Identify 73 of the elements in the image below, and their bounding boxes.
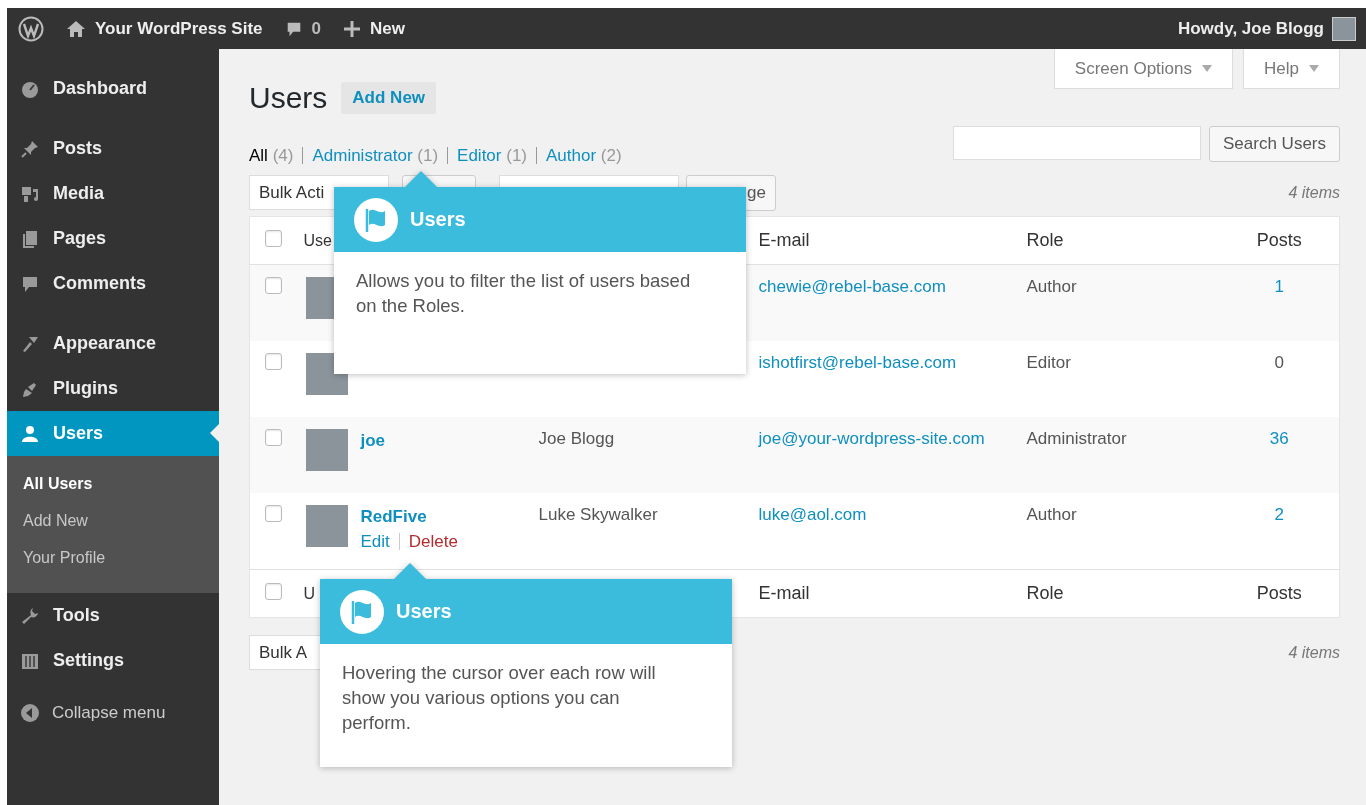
menu-item[interactable]: Comments	[7, 261, 219, 306]
checkbox[interactable]	[265, 582, 282, 600]
page-title: Users	[249, 81, 328, 115]
help-tab[interactable]: Help	[1243, 49, 1340, 89]
table-cell: Luke Skywalker	[538, 505, 658, 524]
wrench-icon	[20, 605, 40, 626]
submenu-item[interactable]: Add New	[7, 507, 219, 544]
flag-icon	[354, 197, 398, 242]
checkbox[interactable]	[265, 229, 282, 247]
menu-item[interactable]: Posts	[7, 126, 219, 171]
column-header[interactable]: Use	[303, 231, 332, 249]
checkbox[interactable]	[265, 505, 282, 522]
role-filter-link[interactable]: All (4)	[249, 147, 303, 164]
column-header[interactable]: Posts	[1256, 230, 1302, 250]
table-cell: Editor	[1026, 353, 1071, 372]
column-header[interactable]: E-mail	[758, 230, 810, 250]
submenu-item[interactable]: All Users	[7, 470, 219, 507]
table-cell: Author	[1026, 505, 1077, 524]
search-users-button[interactable]: Search Users	[1209, 126, 1340, 162]
column-header[interactable]: U	[303, 584, 316, 602]
menu-item[interactable]: Appearance	[7, 321, 219, 366]
pointer-text: Allows you to filter the list of users based on the Roles.	[355, 269, 692, 318]
item-count: 4 items	[1288, 643, 1340, 662]
new-link[interactable]: New	[370, 18, 405, 39]
column-header[interactable]: Role	[1026, 583, 1064, 603]
table-cell: Administrator	[1026, 429, 1127, 448]
avatar-placeholder	[305, 429, 348, 471]
pages-icon	[20, 228, 40, 249]
pointer-title: Users	[410, 208, 466, 231]
posts-count-link[interactable]: 2	[1274, 505, 1284, 524]
table-cell: Author	[1026, 277, 1077, 296]
menu-item[interactable]: Media	[7, 171, 219, 216]
username-link[interactable]: joe	[360, 429, 386, 451]
email-link[interactable]: chewie@rebel-base.com	[758, 277, 946, 296]
avatar-placeholder	[305, 505, 348, 547]
home-icon	[66, 19, 86, 38]
submenu-item[interactable]: Your Profile	[7, 544, 219, 581]
column-header[interactable]: Posts	[1256, 583, 1302, 603]
column-header[interactable]: E-mail	[758, 583, 810, 603]
email-link[interactable]: luke@aol.com	[758, 505, 867, 524]
user-icon	[20, 423, 40, 444]
delete-link[interactable]: Delete	[398, 533, 467, 550]
site-name-link[interactable]: Your WordPress Site	[95, 18, 263, 39]
plus-icon	[343, 19, 361, 38]
menu-item[interactable]: Dashboard	[7, 66, 219, 111]
menu-item[interactable]: Pages	[7, 216, 219, 261]
menu-item[interactable]: Plugins	[7, 366, 219, 411]
posts-count-link[interactable]: 1	[1274, 277, 1284, 296]
username-link[interactable]: RedFive	[360, 505, 467, 527]
checkbox[interactable]	[265, 353, 282, 370]
comment-count: 0	[311, 18, 321, 39]
screen-options-tab[interactable]: Screen Options	[1053, 49, 1234, 89]
wordpress-logo-icon[interactable]	[18, 15, 44, 42]
greeting-link[interactable]: Howdy, Joe Blogg	[1177, 18, 1324, 39]
collapse-menu-button[interactable]: Collapse menu	[7, 698, 219, 728]
posts-count: 0	[1274, 353, 1284, 372]
column-header[interactable]: Role	[1026, 230, 1064, 250]
menu-item[interactable]: Tools	[7, 593, 219, 638]
avatar-placeholder	[1332, 16, 1356, 41]
search-field[interactable]	[953, 126, 1202, 160]
checkbox[interactable]	[265, 429, 282, 446]
dropdown-caret-icon	[1202, 65, 1213, 72]
pin-icon	[20, 138, 40, 159]
pointer-title: Users	[396, 600, 452, 623]
email-link[interactable]: ishotfirst@rebel-base.com	[758, 353, 957, 372]
menu-item[interactable]: Settings	[7, 638, 219, 683]
item-count: 4 items	[1288, 183, 1340, 202]
posts-count-link[interactable]: 36	[1269, 429, 1289, 448]
checkbox[interactable]	[265, 277, 282, 294]
table-cell: Joe Blogg	[538, 429, 615, 448]
flag-icon	[340, 589, 384, 634]
dropdown-caret-icon	[1309, 65, 1319, 72]
edit-link[interactable]: Edit	[360, 533, 399, 550]
